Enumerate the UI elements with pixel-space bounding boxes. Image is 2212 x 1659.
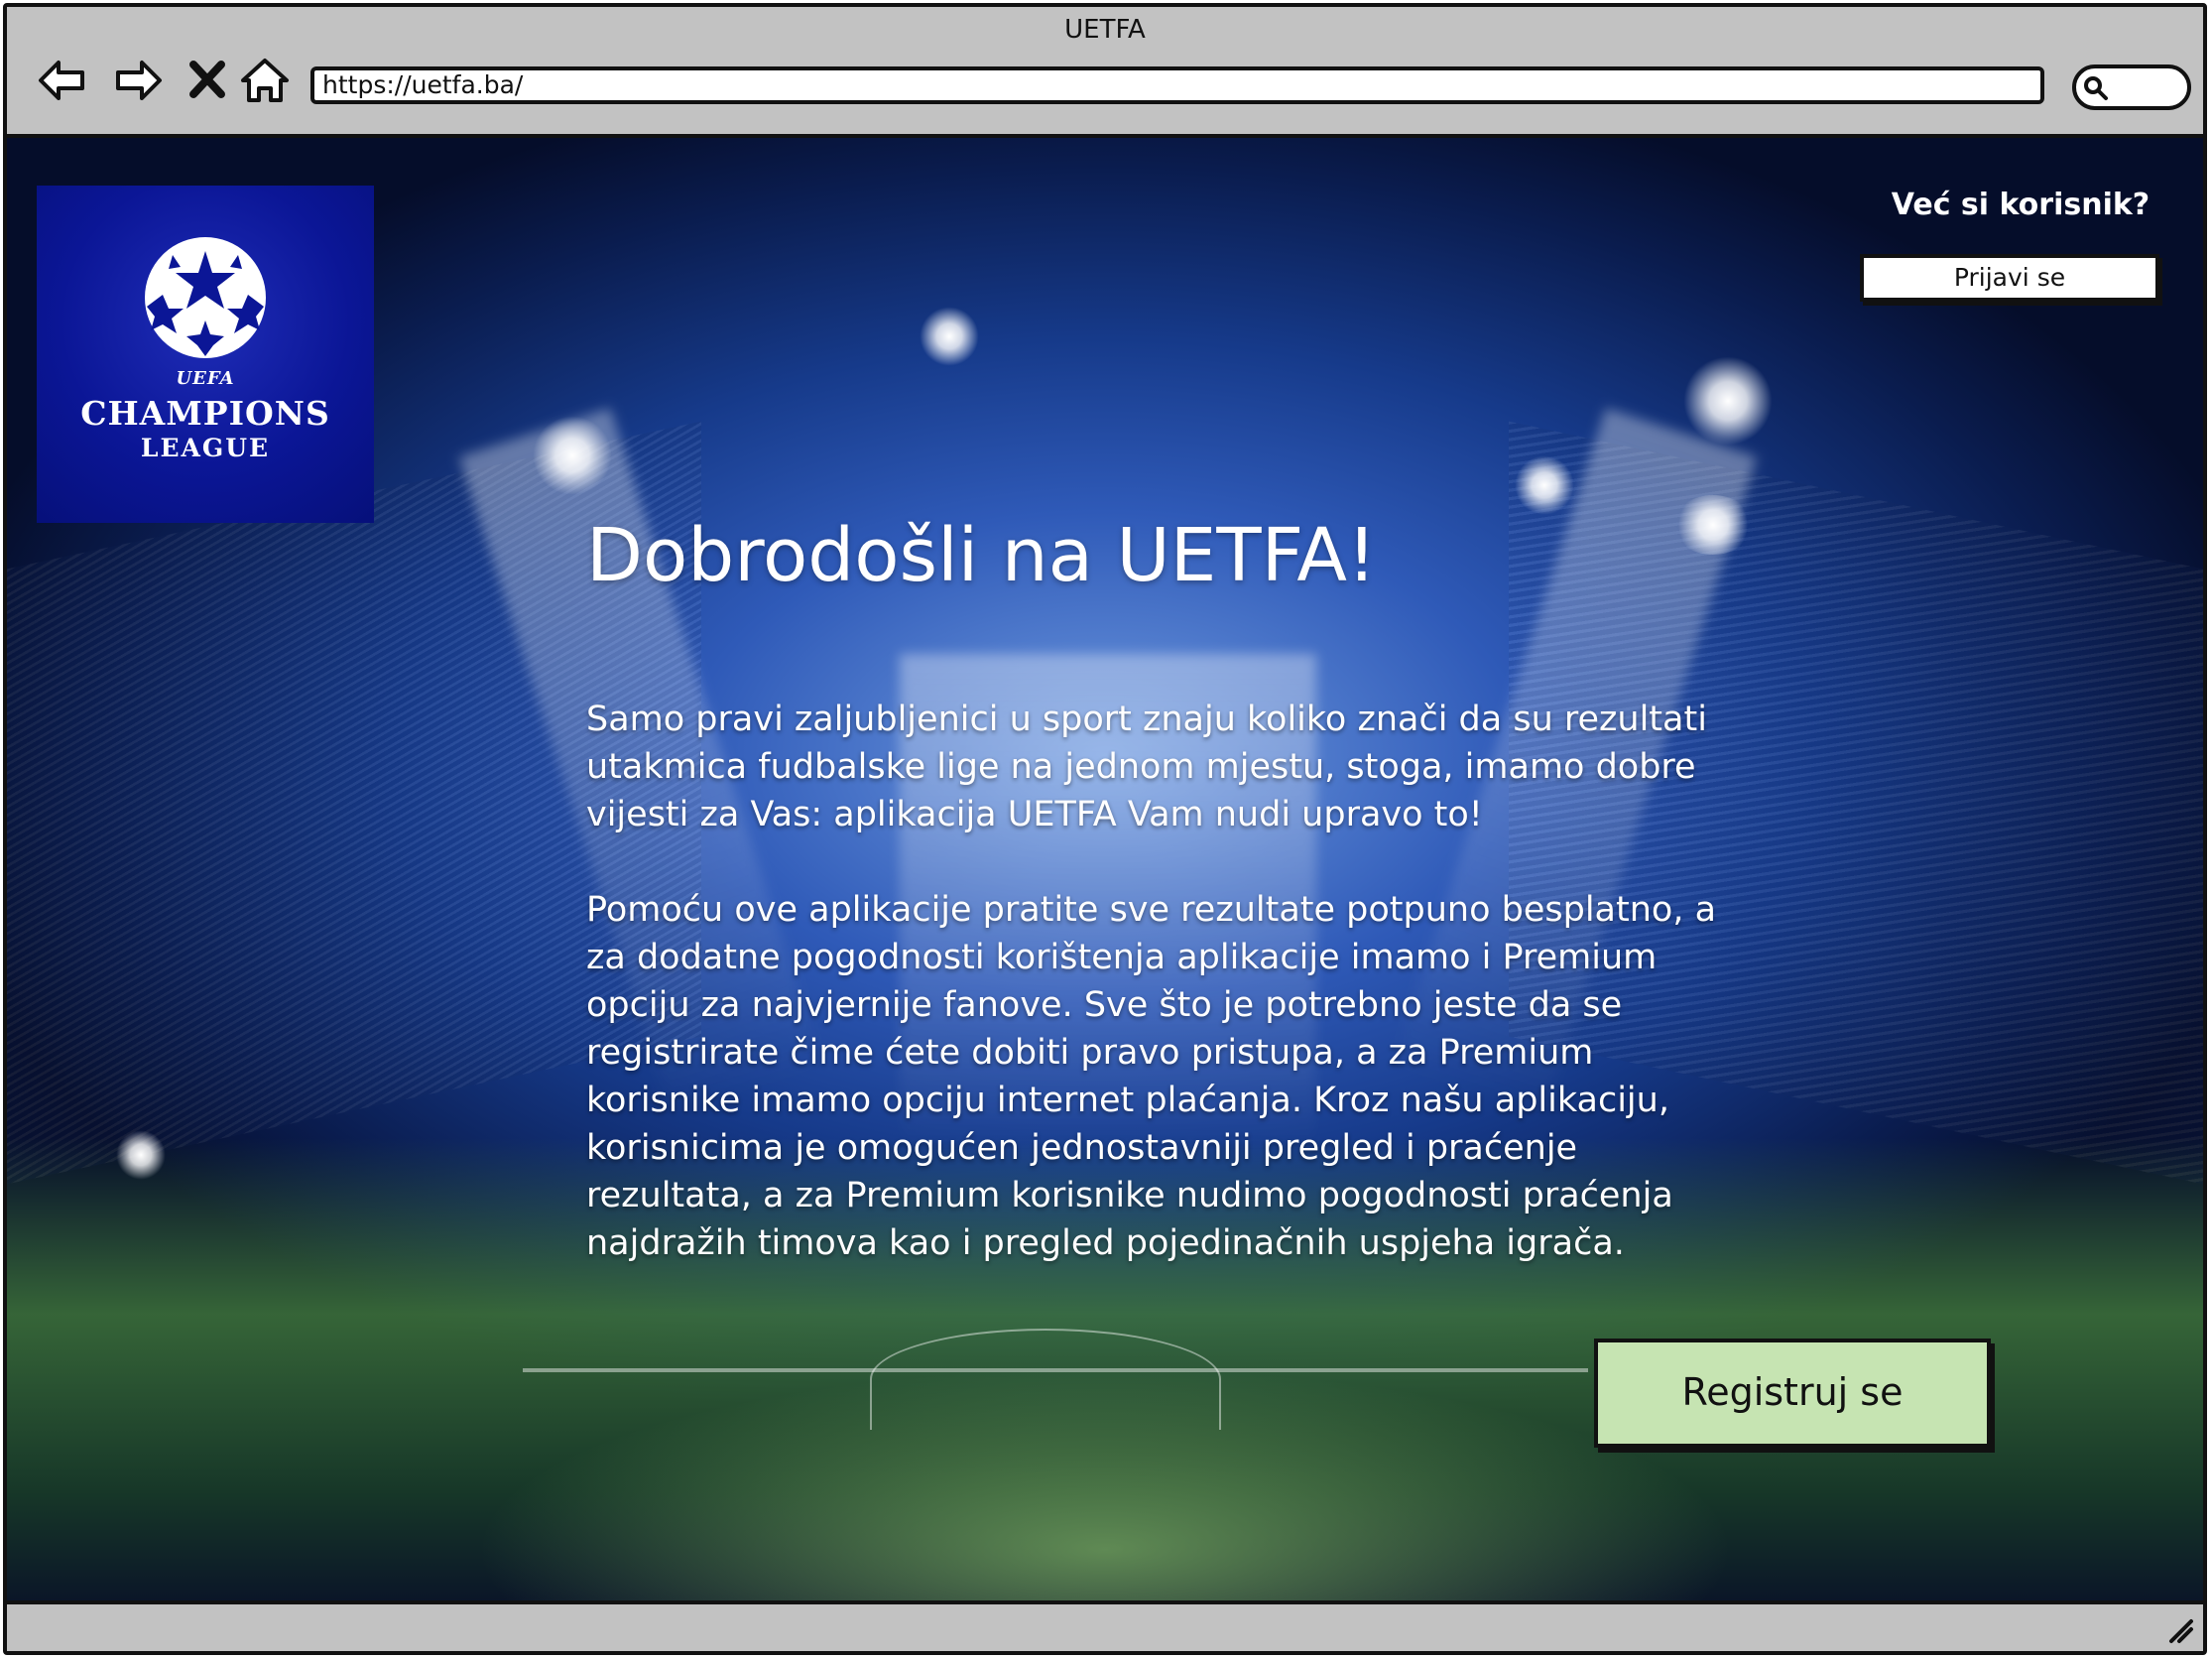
stadium-light [533,416,612,495]
stop-icon[interactable] [178,51,237,110]
window-title: UETFA [1064,15,1146,45]
search-icon [2084,76,2108,100]
stadium-light [1673,495,1753,555]
page-title: Dobrodošli na UETFA! [586,513,1377,598]
browser-status-bar [7,1600,2203,1651]
register-button[interactable]: Registruj se [1594,1339,1991,1448]
intro-paragraph: Samo pravi zaljubljenici u sport znaju k… [586,700,1707,834]
login-prompt: Već si korisnik? [1891,188,2151,222]
page-viewport: UEFA CHAMPIONS LEAGUE Već si korisnik? P… [7,138,2203,1608]
forward-arrow-icon[interactable] [108,51,168,110]
logo-text-league: LEAGUE [140,434,271,462]
browser-window: UETFA https://uetfa.ba/ UEFA CHAMPIONS L… [3,3,2207,1655]
logo-text-champions: CHAMPIONS [80,394,330,433]
stadium-light [920,307,979,366]
champions-league-logo[interactable]: UEFA CHAMPIONS LEAGUE [37,186,374,523]
stadium-light [1515,455,1574,515]
stadium-light [1683,356,1773,446]
resize-grip-icon[interactable] [2165,1615,2195,1645]
starball-icon [145,237,266,358]
pitch-center-arc [870,1329,1221,1430]
logo-text-uefa: UEFA [176,368,235,389]
login-button[interactable]: Prijavi se [1860,254,2159,302]
stadium-light [116,1130,166,1180]
home-icon[interactable] [235,51,295,110]
description-paragraph: Pomoću ove aplikacije pratite sve rezult… [586,890,1717,1263]
browser-search-field[interactable] [2072,64,2191,110]
browser-toolbar: UETFA https://uetfa.ba/ [7,7,2203,138]
address-bar[interactable]: https://uetfa.ba/ [310,66,2044,104]
back-arrow-icon[interactable] [33,51,92,110]
